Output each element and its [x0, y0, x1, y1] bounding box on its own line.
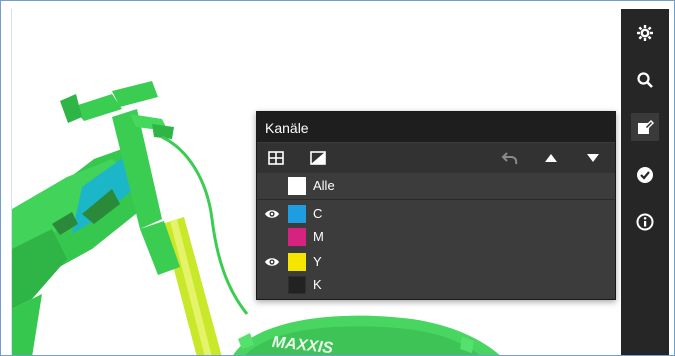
channel-swatch-y — [288, 253, 306, 271]
channel-swatch-k — [288, 276, 306, 294]
channel-swatch-alle — [288, 177, 306, 195]
visibility-toggle[interactable] — [263, 177, 281, 195]
check-circle-icon[interactable] — [631, 161, 659, 189]
channel-label: Y — [313, 254, 322, 269]
grid-icon[interactable] — [265, 148, 287, 168]
settings-icon[interactable] — [631, 19, 659, 47]
channel-swatch-c — [288, 205, 306, 223]
channel-row-alle[interactable]: Alle — [257, 174, 615, 198]
panel-header[interactable]: Kanäle — [257, 112, 615, 142]
panel-title: Kanäle — [265, 120, 309, 136]
channel-label: C — [313, 206, 323, 221]
channel-row-k[interactable]: K — [257, 273, 615, 297]
eye-icon[interactable] — [263, 205, 281, 223]
right-toolbar — [621, 9, 669, 355]
undo-icon[interactable] — [499, 148, 521, 168]
channel-label: K — [313, 277, 322, 292]
channel-row-m[interactable]: M — [257, 225, 615, 249]
visibility-toggle[interactable] — [263, 276, 281, 294]
edit-icon[interactable] — [631, 113, 659, 141]
info-icon[interactable] — [631, 208, 659, 236]
eye-icon[interactable] — [263, 253, 281, 271]
channel-label: Alle — [313, 178, 335, 193]
panel-toolbar — [257, 143, 615, 173]
arrow-up-icon[interactable] — [540, 148, 562, 168]
channel-swatch-m — [288, 228, 306, 246]
channel-label: M — [313, 229, 324, 244]
search-icon[interactable] — [631, 66, 659, 94]
channel-row-c[interactable]: C — [257, 202, 615, 226]
divider — [257, 199, 615, 200]
arrow-down-icon[interactable] — [582, 148, 604, 168]
visibility-toggle[interactable] — [263, 228, 281, 246]
app-window: MAXXIS Kanäle Alle C M Y K — [0, 0, 675, 356]
channels-panel[interactable]: Kanäle Alle C M Y K — [256, 111, 616, 300]
channel-row-y[interactable]: Y — [257, 250, 615, 274]
contrast-icon[interactable] — [307, 148, 329, 168]
